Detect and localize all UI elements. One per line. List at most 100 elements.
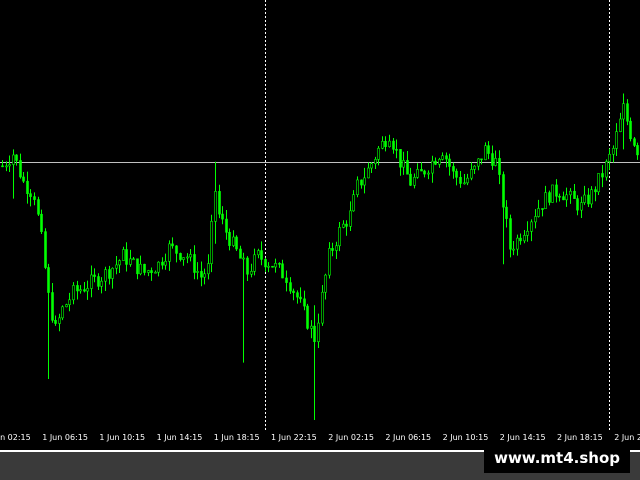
candle-body — [558, 195, 561, 198]
candle-body — [431, 160, 434, 174]
candle-body — [597, 173, 600, 193]
candle-body — [466, 177, 469, 184]
candle-body — [491, 153, 494, 166]
candle-body — [47, 267, 50, 293]
candle-body — [463, 182, 466, 185]
candle-body — [324, 274, 327, 293]
candle-body — [253, 254, 256, 272]
candle-body — [516, 237, 519, 250]
candle-body — [299, 296, 302, 300]
candle-body — [605, 161, 608, 178]
x-tick-label: 1 Jun 06:15 — [42, 433, 88, 442]
x-tick-label: 1 Jun 22:15 — [271, 433, 317, 442]
candle-body — [473, 165, 476, 170]
candle-body — [313, 325, 316, 342]
candle-body — [544, 192, 547, 210]
x-tick-label: 2 Jun 10:15 — [442, 433, 489, 442]
candle-body — [498, 158, 501, 175]
candle-body — [367, 167, 370, 179]
candle-body — [438, 159, 441, 165]
candle-body — [601, 173, 604, 178]
candle-body — [541, 208, 544, 210]
candle-body — [342, 223, 345, 228]
candle-body — [555, 184, 558, 197]
x-tick-label: 2 Jun 02:15 — [328, 433, 374, 442]
candle-body — [622, 103, 625, 120]
candle-body — [26, 180, 29, 194]
x-tick-label: 2 Jun 22:15 — [614, 433, 640, 442]
candle-body — [629, 120, 632, 140]
candle-body — [65, 304, 68, 308]
candle-body — [409, 173, 412, 186]
candle-body — [537, 208, 540, 217]
candle-body — [576, 198, 579, 211]
candle-body — [1, 165, 4, 168]
candle-body — [303, 298, 306, 307]
candle-body — [129, 258, 132, 265]
candle-body — [335, 245, 338, 251]
candle-body — [608, 153, 611, 162]
candle-body — [225, 218, 228, 233]
candle-body — [189, 254, 192, 258]
candle-body — [33, 196, 36, 200]
candle-body — [260, 250, 263, 260]
candle-body — [154, 271, 157, 274]
candle-body — [40, 213, 43, 232]
candle-body — [171, 243, 174, 247]
candle-body — [83, 289, 86, 292]
candle-body — [157, 261, 160, 273]
candle-body — [502, 174, 505, 208]
candle-body — [218, 191, 221, 215]
x-tick-label: 2 Jun 18:15 — [557, 433, 603, 442]
candle-body — [338, 227, 341, 247]
candle-body — [569, 190, 572, 196]
candle-body — [459, 177, 462, 184]
candle-body — [392, 140, 395, 150]
candle-body — [512, 248, 515, 251]
candle-body — [370, 163, 373, 169]
candle-body — [448, 158, 451, 167]
candle-body — [93, 274, 96, 277]
candle-body — [619, 118, 622, 132]
candle-body — [58, 317, 61, 324]
candle-body — [356, 179, 359, 195]
candle-body — [445, 155, 448, 160]
candle-body — [612, 148, 615, 155]
candle-body — [72, 285, 75, 301]
candle-body — [5, 165, 8, 168]
candle-body — [562, 196, 565, 201]
candle-body — [8, 164, 11, 167]
candle-body — [427, 172, 430, 175]
candle-body — [402, 160, 405, 168]
x-tick-label: 1 Jun 02:15 — [0, 433, 31, 442]
candle-body — [139, 263, 142, 275]
candle-body — [480, 158, 483, 161]
candle-body — [519, 237, 522, 242]
candle-body — [360, 179, 363, 186]
candle-body — [100, 280, 103, 287]
candle-body — [590, 189, 593, 205]
candle-body — [221, 213, 224, 220]
candle-body — [328, 248, 331, 276]
candle-body — [274, 263, 277, 268]
candle-body — [484, 145, 487, 161]
candle-body — [22, 176, 25, 182]
candle-body — [79, 289, 82, 292]
candle-body — [636, 145, 639, 156]
day-separators — [265, 0, 610, 430]
candle-body — [434, 160, 437, 165]
candle-body — [115, 264, 118, 269]
candle-body — [381, 140, 384, 149]
x-tick-label: 2 Jun 14:15 — [499, 433, 546, 442]
candles-group — [1, 93, 639, 420]
candle-body — [413, 177, 416, 186]
candle-body — [37, 199, 40, 215]
candle-body — [150, 270, 153, 274]
candle-body — [331, 248, 334, 251]
candle-body — [377, 147, 380, 160]
candle-body — [321, 291, 324, 324]
candle-body — [196, 271, 199, 273]
candle-body — [526, 231, 529, 236]
candle-body — [214, 191, 217, 222]
candle-body — [306, 305, 309, 329]
